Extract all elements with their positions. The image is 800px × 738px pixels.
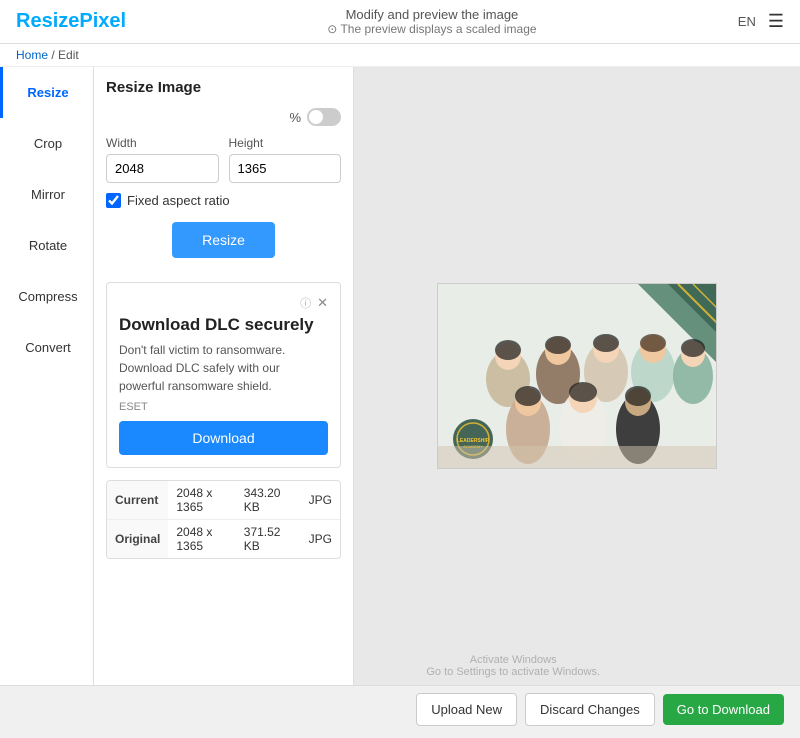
- percent-toggle-row: %: [106, 108, 341, 126]
- language-selector[interactable]: EN: [738, 14, 756, 29]
- preview-area: LEADERSHIP ACADEMY: [354, 67, 800, 685]
- breadcrumb: Home / Edit: [0, 44, 800, 67]
- ad-box: ⓘ ✕ Download DLC securely Don't fall vic…: [106, 282, 341, 468]
- current-file-row: Current 2048 x 1365 343.20 KB JPG: [107, 481, 340, 520]
- breadcrumb-current: Edit: [58, 48, 79, 62]
- current-size: 343.20 KB: [236, 481, 301, 520]
- ad-brand: ESET: [119, 401, 328, 413]
- preview-image: LEADERSHIP ACADEMY: [437, 283, 717, 469]
- original-format: JPG: [301, 520, 340, 559]
- original-dimensions: 2048 x 1365: [168, 520, 235, 559]
- header-right: EN ☰: [738, 11, 784, 32]
- dimensions-row: Width 2048 Height 1365: [106, 136, 341, 183]
- sidebar-item-resize[interactable]: Resize: [0, 67, 93, 118]
- go-to-download-button[interactable]: Go to Download: [663, 694, 784, 725]
- original-label: Original: [107, 520, 168, 559]
- preview-note: ⊙ The preview displays a scaled image: [327, 22, 536, 36]
- sidebar-item-rotate[interactable]: Rotate: [0, 220, 93, 271]
- breadcrumb-separator: /: [48, 48, 58, 62]
- panel: Resize Image % Width 2048 Height 1365 Fi…: [94, 67, 354, 685]
- width-label: Width: [106, 136, 219, 150]
- logo-resize-text: ResizePixel: [16, 10, 126, 32]
- upload-new-button[interactable]: Upload New: [416, 693, 517, 726]
- sidebar-item-mirror[interactable]: Mirror: [0, 169, 93, 220]
- header-center: Modify and preview the image ⊙ The previ…: [327, 7, 536, 36]
- hamburger-icon[interactable]: ☰: [768, 11, 784, 32]
- aspect-ratio-label: Fixed aspect ratio: [127, 193, 230, 208]
- header-title: Modify and preview the image: [327, 7, 536, 22]
- width-input[interactable]: 2048: [106, 154, 219, 183]
- sidebar-item-crop[interactable]: Crop: [0, 118, 93, 169]
- ad-info-icon: ⓘ: [300, 295, 311, 311]
- sidebar: Resize Crop Mirror Rotate Compress Conve…: [0, 67, 94, 685]
- file-info-table: Current 2048 x 1365 343.20 KB JPG Origin…: [106, 480, 341, 559]
- sidebar-item-convert[interactable]: Convert: [0, 322, 93, 373]
- height-group: Height 1365: [229, 136, 342, 183]
- ad-download-button[interactable]: Download: [119, 421, 328, 455]
- sidebar-item-compress[interactable]: Compress: [0, 271, 93, 322]
- ad-header: ⓘ ✕: [119, 295, 328, 311]
- current-dimensions: 2048 x 1365: [168, 481, 235, 520]
- current-label: Current: [107, 481, 168, 520]
- aspect-ratio-checkbox[interactable]: [106, 193, 121, 208]
- discard-changes-button[interactable]: Discard Changes: [525, 693, 655, 726]
- ad-description: Don't fall victim to ransomware. Downloa…: [119, 341, 328, 395]
- original-size: 371.52 KB: [236, 520, 301, 559]
- header: ResizePixel Modify and preview the image…: [0, 0, 800, 44]
- width-group: Width 2048: [106, 136, 219, 183]
- logo: ResizePixel: [16, 10, 126, 33]
- breadcrumb-home[interactable]: Home: [16, 48, 48, 62]
- percent-toggle-switch[interactable]: [307, 108, 341, 126]
- current-format: JPG: [301, 481, 340, 520]
- resize-button[interactable]: Resize: [172, 222, 275, 258]
- height-input[interactable]: 1365: [229, 154, 342, 183]
- original-file-row: Original 2048 x 1365 371.52 KB JPG: [107, 520, 340, 559]
- height-label: Height: [229, 136, 342, 150]
- panel-title: Resize Image: [106, 79, 341, 96]
- bottom-bar: Activate Windows Go to Settings to activ…: [0, 685, 800, 733]
- ad-title: Download DLC securely: [119, 315, 328, 335]
- aspect-ratio-row: Fixed aspect ratio: [106, 193, 341, 208]
- ad-close-button[interactable]: ✕: [317, 295, 328, 311]
- percent-label: %: [289, 110, 301, 125]
- main-layout: Resize Crop Mirror Rotate Compress Conve…: [0, 67, 800, 685]
- preview-image-svg: LEADERSHIP ACADEMY: [438, 284, 717, 469]
- svg-text:ACADEMY: ACADEMY: [463, 444, 483, 449]
